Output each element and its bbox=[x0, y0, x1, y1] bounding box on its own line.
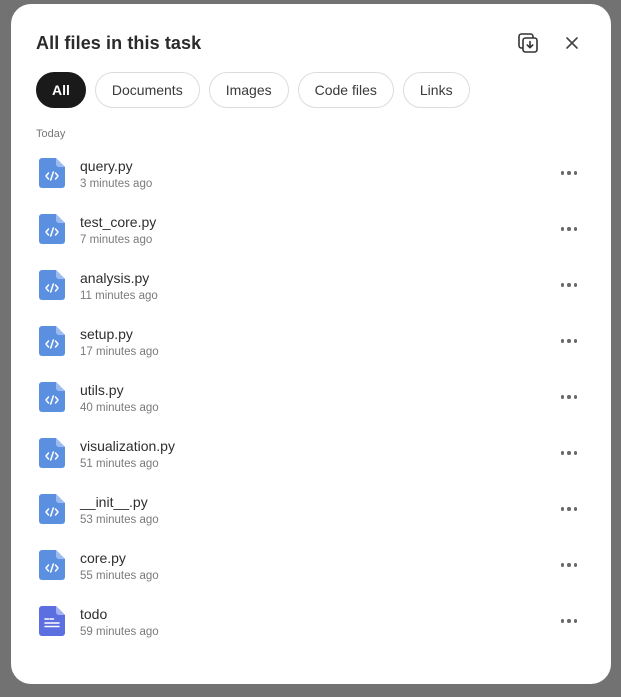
file-name: setup.py bbox=[80, 326, 133, 342]
file-timestamp: 53 minutes ago bbox=[80, 514, 159, 526]
file-timestamp: 40 minutes ago bbox=[80, 402, 159, 414]
more-options-button[interactable] bbox=[557, 387, 581, 407]
file-timestamp: 17 minutes ago bbox=[80, 346, 159, 358]
code-file-icon bbox=[39, 158, 65, 188]
dialog-title: All files in this task bbox=[36, 33, 202, 53]
more-options-button[interactable] bbox=[557, 275, 581, 295]
file-row[interactable]: utils.py 40 minutes ago bbox=[11, 369, 611, 425]
file-name: visualization.py bbox=[80, 438, 175, 454]
file-name: utils.py bbox=[80, 382, 124, 398]
file-list: query.py 3 minutes ago test_core.py 7 minu… bbox=[11, 145, 611, 649]
more-options-button[interactable] bbox=[557, 443, 581, 463]
download-all-button[interactable] bbox=[516, 31, 540, 55]
file-timestamp: 51 minutes ago bbox=[80, 458, 159, 470]
close-button[interactable] bbox=[560, 31, 584, 55]
filter-chip-code-files[interactable]: Code files bbox=[297, 72, 394, 108]
more-horizontal-icon bbox=[560, 283, 578, 287]
more-options-button[interactable] bbox=[557, 163, 581, 183]
all-files-dialog: All files in this task All Documents Image… bbox=[11, 4, 611, 684]
more-options-button[interactable] bbox=[557, 611, 581, 631]
file-row[interactable]: setup.py 17 minutes ago bbox=[11, 313, 611, 369]
more-options-button[interactable] bbox=[557, 499, 581, 519]
file-timestamp: 3 minutes ago bbox=[80, 178, 153, 190]
more-horizontal-icon bbox=[560, 507, 578, 511]
file-row[interactable]: __init__.py 53 minutes ago bbox=[11, 481, 611, 537]
file-name: query.py bbox=[80, 158, 133, 174]
file-name: core.py bbox=[80, 550, 126, 566]
file-name: todo bbox=[80, 606, 108, 622]
file-row[interactable]: core.py 55 minutes ago bbox=[11, 537, 611, 593]
code-file-icon bbox=[39, 438, 65, 468]
document-file-icon bbox=[39, 606, 65, 636]
section-label-today: Today bbox=[36, 128, 66, 140]
file-name: test_core.py bbox=[80, 214, 157, 230]
filter-chip-all[interactable]: All bbox=[36, 72, 86, 108]
code-file-icon bbox=[39, 214, 65, 244]
code-file-icon bbox=[39, 550, 65, 580]
file-name: __init__.py bbox=[80, 494, 148, 510]
code-file-icon bbox=[39, 382, 65, 412]
file-row[interactable]: test_core.py 7 minutes ago bbox=[11, 201, 611, 257]
file-type-filters: All Documents Images Code files Links bbox=[36, 72, 470, 108]
filter-chip-images[interactable]: Images bbox=[208, 72, 289, 108]
more-options-button[interactable] bbox=[557, 555, 581, 575]
filter-chip-documents[interactable]: Documents bbox=[94, 72, 200, 108]
file-timestamp: 59 minutes ago bbox=[80, 626, 159, 638]
more-horizontal-icon bbox=[560, 563, 578, 567]
more-options-button[interactable] bbox=[557, 331, 581, 351]
more-horizontal-icon bbox=[560, 171, 578, 175]
more-horizontal-icon bbox=[560, 619, 578, 623]
more-options-button[interactable] bbox=[557, 219, 581, 239]
file-name: analysis.py bbox=[80, 270, 150, 286]
more-horizontal-icon bbox=[560, 227, 578, 231]
close-icon bbox=[566, 37, 578, 49]
file-timestamp: 11 minutes ago bbox=[80, 290, 158, 302]
batch-download-icon bbox=[518, 33, 538, 53]
more-horizontal-icon bbox=[560, 451, 578, 455]
file-row[interactable]: query.py 3 minutes ago bbox=[11, 145, 611, 201]
code-file-icon bbox=[39, 270, 65, 300]
file-timestamp: 55 minutes ago bbox=[80, 570, 159, 582]
file-row[interactable]: todo 59 minutes ago bbox=[11, 593, 611, 649]
filter-chip-links[interactable]: Links bbox=[402, 72, 470, 108]
more-horizontal-icon bbox=[560, 339, 578, 343]
file-timestamp: 7 minutes ago bbox=[80, 234, 153, 246]
code-file-icon bbox=[39, 494, 65, 524]
more-horizontal-icon bbox=[560, 395, 578, 399]
file-row[interactable]: analysis.py 11 minutes ago bbox=[11, 257, 611, 313]
code-file-icon bbox=[39, 326, 65, 356]
file-row[interactable]: visualization.py 51 minutes ago bbox=[11, 425, 611, 481]
